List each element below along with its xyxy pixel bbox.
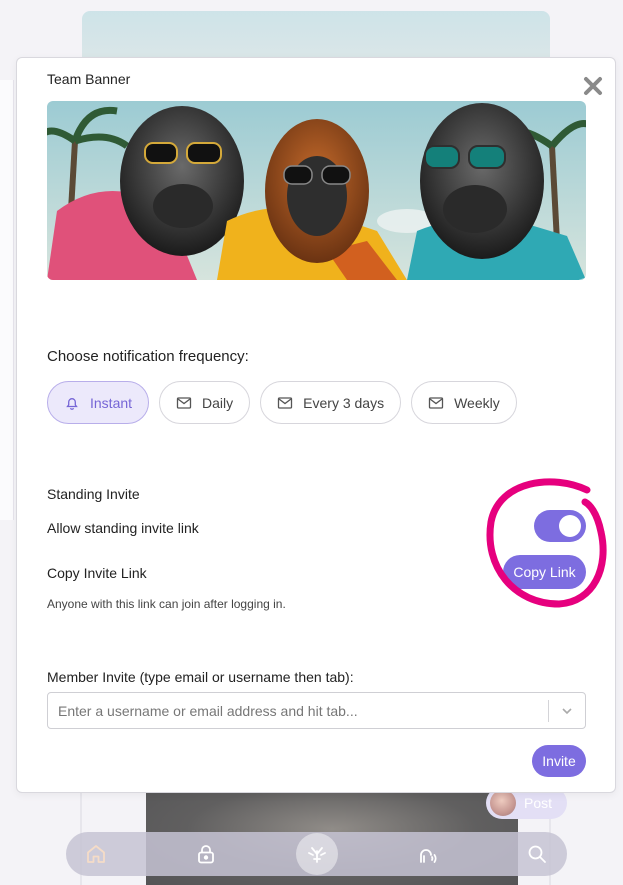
chevron-down-icon[interactable] xyxy=(549,693,585,728)
broadcast-icon[interactable] xyxy=(407,834,447,874)
post-button-label: Post xyxy=(524,795,553,811)
avatar xyxy=(490,790,516,816)
frequency-option-label: Instant xyxy=(90,394,133,411)
standing-invite-toggle[interactable] xyxy=(534,510,586,542)
mail-icon xyxy=(428,395,444,411)
allow-standing-invite-label: Allow standing invite link xyxy=(47,520,199,536)
bottom-navigation xyxy=(66,832,567,876)
close-icon[interactable] xyxy=(582,75,604,97)
invite-helper-text: Anyone with this link can join after log… xyxy=(47,597,286,611)
community-logo-icon[interactable] xyxy=(295,833,338,875)
edit-banner-button[interactable] xyxy=(569,278,586,280)
team-banner-label: Team Banner xyxy=(47,71,131,87)
copy-invite-link-label: Copy Invite Link xyxy=(47,565,147,581)
member-invite-input[interactable] xyxy=(48,693,548,728)
member-invite-label: Member Invite (type email or username th… xyxy=(47,669,354,685)
lock-icon[interactable] xyxy=(186,834,226,874)
pencil-icon xyxy=(569,278,586,280)
frequency-option-label: Daily xyxy=(202,394,234,411)
frequency-option-label: Weekly xyxy=(454,394,500,411)
frequency-options: Instant Daily Every 3 days Weekly xyxy=(47,381,517,424)
home-icon[interactable] xyxy=(76,834,116,874)
frequency-option-daily[interactable]: Daily xyxy=(159,381,251,424)
search-icon[interactable] xyxy=(517,834,557,874)
highlight-annotation xyxy=(486,478,607,608)
mail-icon xyxy=(277,395,293,411)
toggle-knob xyxy=(559,515,581,537)
invite-button[interactable]: Invite xyxy=(532,745,586,777)
member-invite-select xyxy=(47,692,586,729)
team-banner-image xyxy=(47,101,586,280)
frequency-option-every-3-days[interactable]: Every 3 days xyxy=(260,381,402,424)
frequency-option-label: Every 3 days xyxy=(303,394,385,411)
notification-frequency-label: Choose notification frequency: xyxy=(47,348,249,365)
standing-invite-title: Standing Invite xyxy=(47,486,140,502)
team-settings-modal: Team Banner Choose notification frequenc… xyxy=(16,57,616,793)
bell-icon xyxy=(64,395,80,411)
mail-icon xyxy=(176,395,192,411)
frequency-option-weekly[interactable]: Weekly xyxy=(411,381,517,424)
background-side-panel xyxy=(0,80,14,520)
copy-link-button[interactable]: Copy Link xyxy=(503,555,586,589)
frequency-option-instant[interactable]: Instant xyxy=(47,381,150,424)
